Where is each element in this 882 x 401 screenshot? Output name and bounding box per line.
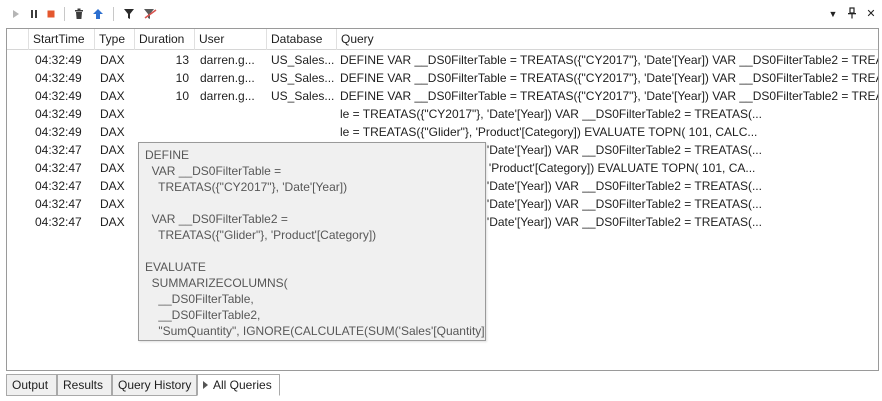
clear-trace-button[interactable] — [71, 6, 87, 22]
trash-icon — [75, 8, 83, 19]
stop-button[interactable] — [43, 6, 59, 22]
clear-filter-icon — [144, 9, 157, 19]
cell-type: DAX — [100, 71, 125, 85]
tab-output[interactable]: Output — [6, 374, 57, 396]
cell-duration — [139, 123, 189, 141]
copy-to-editor-button[interactable] — [90, 6, 106, 22]
toolbar-separator — [113, 7, 114, 21]
cell-database: US_Sales... — [271, 89, 335, 103]
chevron-down-icon: ▼ — [828, 9, 838, 19]
cell-query: le = TREATAS({"CY2017"}, 'Date'[Year]) V… — [340, 107, 762, 121]
all-queries-grid: StartTime Type Duration User Database Qu… — [6, 28, 879, 371]
cell-user: darren.g... — [200, 89, 255, 103]
close-icon: ✕ — [866, 8, 876, 20]
cell-type: DAX — [100, 89, 125, 103]
cell-start-time: 04:32:49 — [35, 89, 82, 103]
filter-icon — [124, 9, 134, 19]
header-duration[interactable]: Duration — [135, 29, 195, 50]
cell-start-time: 04:32:47 — [35, 215, 82, 229]
cell-duration: 10 — [175, 71, 189, 85]
cell-type: DAX — [100, 197, 125, 211]
play-icon — [13, 10, 19, 18]
table-row[interactable]: 04:32:49 DAX le = TREATAS({"Glider"}, 'Pro… — [7, 123, 878, 141]
cell-database: US_Sales... — [271, 71, 335, 85]
cell-start-time: 04:32:47 — [35, 179, 82, 193]
query-tooltip: DEFINE VAR __DS0FilterTable = TREATAS({"… — [138, 142, 486, 341]
cell-type: DAX — [100, 161, 125, 175]
cell-start-time: 04:32:49 — [35, 53, 82, 67]
cell-start-time: 04:32:49 — [35, 107, 82, 121]
toolbar-separator — [64, 7, 65, 21]
stop-icon — [47, 10, 55, 18]
cell-type: DAX — [100, 179, 125, 193]
cell-duration: 10 — [175, 89, 189, 103]
tab-all-queries[interactable]: All Queries — [197, 374, 280, 396]
table-row[interactable]: 04:32:49 DAX le = TREATAS({"CY2017"}, 'Dat… — [7, 105, 878, 123]
tab-results[interactable]: Results — [57, 374, 112, 396]
cell-duration: 13 — [175, 53, 189, 67]
clear-filter-button[interactable] — [142, 6, 158, 22]
cell-database: US_Sales... — [271, 53, 335, 67]
cell-start-time: 04:32:47 — [35, 143, 82, 157]
play-button[interactable] — [8, 6, 24, 22]
cell-start-time: 04:32:47 — [35, 197, 82, 211]
header-query[interactable]: Query — [337, 29, 878, 50]
cell-query: DEFINE VAR __DS0FilterTable = TREATAS({"… — [340, 71, 878, 85]
pin-icon — [848, 7, 856, 19]
tab-label: Results — [63, 378, 104, 392]
cell-type: DAX — [100, 125, 125, 139]
close-button[interactable]: ✕ — [864, 7, 878, 21]
cell-start-time: 04:32:47 — [35, 161, 82, 175]
header-start-time[interactable]: StartTime — [29, 29, 95, 50]
window-dropdown-button[interactable]: ▼ — [826, 7, 840, 21]
cell-user: darren.g... — [200, 71, 255, 85]
header-indicator — [7, 29, 29, 50]
cell-query: le = TREATAS({"Glider"}, 'Product'[Categ… — [340, 125, 758, 139]
tab-label: All Queries — [213, 378, 272, 392]
cell-query: DEFINE VAR __DS0FilterTable = TREATAS({"… — [340, 89, 878, 103]
caret-right-icon — [203, 381, 208, 389]
cell-type: DAX — [100, 215, 125, 229]
table-row[interactable]: 04:32:49 DAX 10 darren.g... US_Sales... DEFIN… — [7, 69, 878, 87]
table-row[interactable]: 04:32:49 DAX 10 darren.g... US_Sales... DEFIN… — [7, 87, 878, 105]
cell-type: DAX — [100, 143, 125, 157]
tab-label: Output — [12, 378, 49, 392]
cell-type: DAX — [100, 53, 125, 67]
pause-icon — [31, 10, 37, 18]
cell-start-time: 04:32:49 — [35, 125, 82, 139]
tab-label: Query History — [118, 378, 192, 392]
cell-user — [200, 123, 266, 141]
header-type[interactable]: Type — [95, 29, 135, 50]
trace-toolbar: ▼ ✕ — [0, 0, 882, 28]
header-database[interactable]: Database — [267, 29, 337, 50]
cell-user: darren.g... — [200, 53, 255, 67]
pin-button[interactable] — [845, 7, 859, 21]
cell-query: DEFINE VAR __DS0FilterTable = TREATAS({"… — [340, 53, 878, 67]
grid-header: StartTime Type Duration User Database Qu… — [7, 29, 878, 50]
tab-query-history[interactable]: Query History — [112, 374, 197, 396]
cell-start-time: 04:32:49 — [35, 71, 82, 85]
filter-button[interactable] — [121, 6, 137, 22]
table-row[interactable]: 04:32:49 DAX 13 darren.g... US_Sales... DEFIN… — [7, 51, 878, 69]
cell-user — [200, 105, 266, 123]
cell-duration — [139, 105, 189, 123]
upload-arrow-icon — [93, 9, 103, 19]
header-user[interactable]: User — [195, 29, 267, 50]
cell-database — [271, 105, 336, 123]
cell-database — [271, 123, 336, 141]
pause-button[interactable] — [26, 6, 42, 22]
cell-type: DAX — [100, 107, 125, 121]
